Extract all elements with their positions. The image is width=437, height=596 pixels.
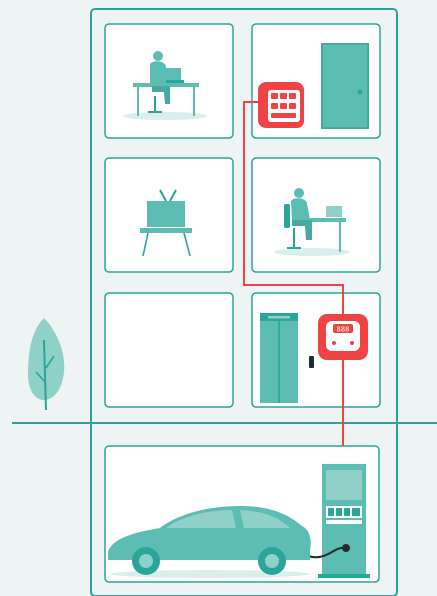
door-icon	[321, 43, 369, 129]
meter-display: 888	[337, 326, 350, 334]
ev-charger-icon	[318, 464, 370, 578]
room-living	[104, 157, 234, 273]
room-office-laptop	[251, 157, 381, 273]
breaker-panel-icon	[258, 82, 304, 128]
room-empty	[104, 292, 234, 408]
building-diagram: 888	[12, 8, 437, 596]
room-office-person	[104, 23, 234, 139]
tree-icon	[28, 318, 65, 411]
smart-meter-icon: 888	[318, 314, 368, 360]
